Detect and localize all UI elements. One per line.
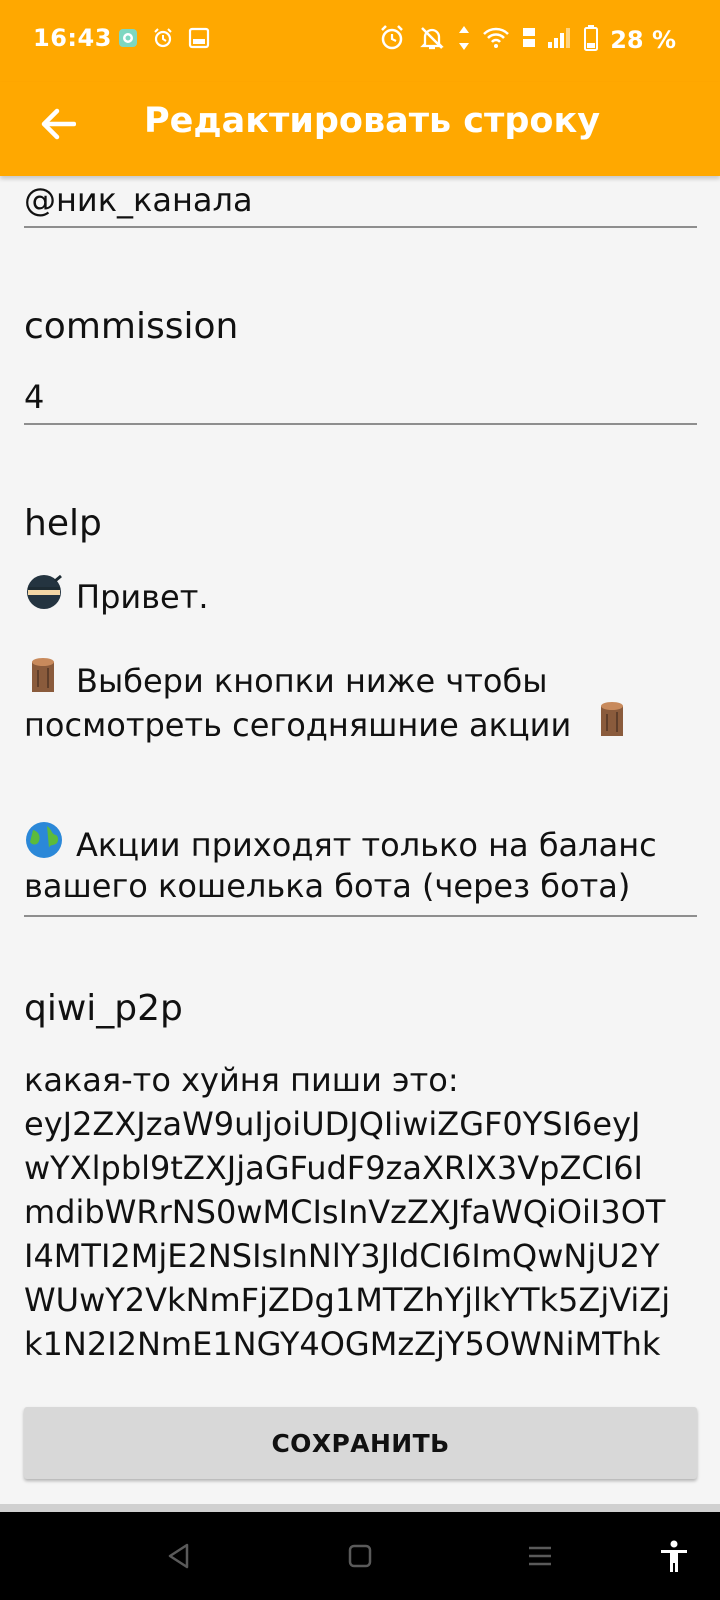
app-notification-icon: [118, 28, 138, 52]
qiwi-line: eyJ2ZXJzaW9uIjoiUDJQIiwiZGF0YSI6eyJ: [24, 1105, 641, 1143]
channel-field-underline: [24, 226, 697, 228]
nav-recents-button[interactable]: [522, 1540, 558, 1576]
commission-field-underline: [24, 423, 697, 425]
system-navigation-bar: [0, 1512, 720, 1600]
qiwi-line: WUwY2VkNmFjZDg1MTZhYjlkYTk5ZjViZj: [24, 1281, 671, 1319]
help-label: help: [24, 503, 102, 544]
edit-form: @ник_канала commission 4 help Привет. Вы…: [0, 176, 720, 1378]
bell-off-icon: [418, 24, 446, 56]
commission-label: commission: [24, 306, 239, 347]
app-bar: Редактировать строку: [0, 82, 720, 176]
nav-home-button[interactable]: [342, 1540, 378, 1576]
wifi-icon: [482, 27, 510, 53]
accessibility-icon: [657, 1539, 691, 1577]
status-notification-icons: [118, 27, 210, 53]
help-line: вашего кошелька бота (через бота): [24, 867, 631, 905]
help-field-underline: [24, 915, 697, 917]
status-time: 16:43: [33, 24, 112, 52]
status-bar: 16:43 28 %: [0, 0, 720, 82]
accessibility-button[interactable]: [656, 1540, 692, 1576]
bottom-divider: [0, 1504, 720, 1512]
help-line: посмотреть сегодняшние акции: [24, 700, 633, 751]
square-icon: [347, 1543, 373, 1573]
qiwi-line: wYXlpbl9tZXJjaGFudF9zaXRlX3VpZCI6I: [24, 1149, 643, 1187]
battery-icon: [584, 25, 599, 55]
qiwi-line: I4MTI2MjE2NSIsInNlY3JldCI6ImQwNjU2Y: [24, 1237, 660, 1275]
save-button[interactable]: СОХРАНИТЬ: [24, 1407, 697, 1479]
signal-icon: [548, 27, 572, 53]
channel-field[interactable]: @ник_канала: [24, 178, 253, 222]
menu-lines-icon: [527, 1544, 553, 1572]
help-line: Привет.: [24, 572, 209, 623]
wood-log-icon: [593, 700, 633, 751]
qiwi-line: mdibWRrNS0wMCIsInVzZXJfaWQiOiI3OT: [24, 1193, 666, 1231]
triangle-left-icon: [165, 1542, 191, 1574]
battery-percentage: 28 %: [610, 26, 676, 54]
qiwi-line: какая-то хуйня пиши это:: [24, 1061, 459, 1099]
back-button[interactable]: [34, 102, 82, 150]
page-title: Редактировать строку: [144, 101, 601, 141]
volte-icon: [522, 25, 536, 55]
alarm-icon: [152, 27, 174, 53]
qiwi-label: qiwi_p2p: [24, 988, 183, 1029]
qiwi-line: k1N2I2NmE1NGY4OGMzZjY5OWNiMThk: [24, 1325, 661, 1363]
ninja-icon: [24, 572, 64, 623]
nav-back-button[interactable]: [160, 1540, 196, 1576]
image-icon: [188, 27, 210, 53]
alarm-icon: [378, 24, 406, 56]
status-system-icons: 28 %: [378, 24, 676, 56]
commission-field[interactable]: 4: [24, 375, 44, 419]
arrow-left-icon: [40, 108, 77, 144]
data-transfer-icon: [458, 25, 470, 55]
